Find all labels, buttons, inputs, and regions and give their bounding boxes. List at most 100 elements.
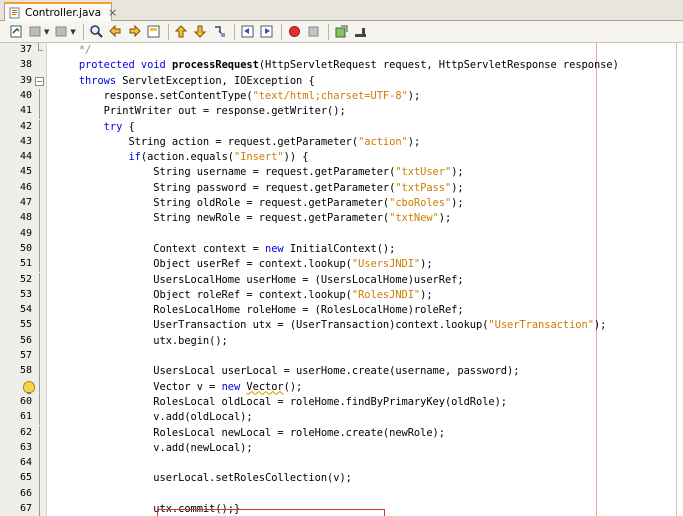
fold-guide: [39, 180, 40, 196]
code-line[interactable]: 51 Object userRef = context.lookup("User…: [0, 257, 683, 273]
chevron-down-icon[interactable]: ▼: [44, 28, 49, 36]
line-number: 56: [19, 334, 32, 346]
code-text: v.add(newLocal);: [54, 441, 253, 454]
line-number: 61: [19, 411, 32, 423]
code-line[interactable]: 40 response.setContentType("text/html;ch…: [0, 88, 683, 105]
line-number: 44: [19, 151, 32, 163]
forward-icon[interactable]: [53, 24, 69, 40]
code-line[interactable]: 61 v.add(oldLocal);: [0, 410, 683, 426]
code-text: Context context = new InitialContext();: [54, 242, 396, 255]
comment-icon[interactable]: [334, 24, 350, 40]
code-line[interactable]: 66: [0, 486, 683, 502]
line-number: 64: [19, 457, 32, 469]
fold-guide: [39, 456, 40, 472]
code-text: UserTransaction utx = (UserTransaction)c…: [54, 319, 607, 332]
fold-guide: [39, 257, 40, 273]
line-number: 49: [19, 227, 32, 239]
code-editor[interactable]: 37 */38 protected void processRequest(Ht…: [0, 43, 683, 516]
code-line[interactable]: 41 PrintWriter out = response.getWriter(…: [0, 104, 683, 120]
find-icon[interactable]: [89, 24, 105, 40]
fold-guide: [39, 425, 40, 441]
code-line[interactable]: 44 if(action.equals("Insert")) {: [0, 150, 683, 166]
line-number: 52: [19, 273, 32, 285]
lightbulb-hint-icon[interactable]: [23, 380, 35, 394]
toggle-highlight-icon[interactable]: [146, 24, 162, 40]
find-next-icon[interactable]: [127, 24, 143, 40]
line-number: 67: [19, 503, 32, 514]
back-icon[interactable]: [27, 24, 43, 40]
find-previous-icon[interactable]: [108, 24, 124, 40]
code-line[interactable]: 57: [0, 349, 683, 365]
code-line[interactable]: 37 */: [0, 43, 683, 58]
code-text: RolesLocal newLocal = roleHome.create(ne…: [54, 426, 445, 439]
fold-guide: [39, 486, 40, 502]
code-line[interactable]: 62 RolesLocal newLocal = roleHome.create…: [0, 425, 683, 441]
code-line[interactable]: 63 v.add(newLocal);: [0, 440, 683, 457]
line-number: 43: [19, 135, 32, 147]
code-text: PrintWriter out = response.getWriter();: [54, 105, 346, 118]
line-number: 54: [19, 304, 32, 316]
code-line[interactable]: 48 String newRole = request.getParameter…: [0, 211, 683, 227]
code-line[interactable]: 64: [0, 456, 683, 472]
fold-guide: [39, 88, 40, 105]
code-line[interactable]: 56 utx.begin();: [0, 333, 683, 349]
code-line[interactable]: 47 String oldRole = request.getParameter…: [0, 196, 683, 212]
fold-guide: [39, 226, 40, 242]
line-number: 57: [19, 350, 32, 361]
code-line[interactable]: 59 Vector v = new Vector();: [0, 379, 683, 395]
fold-guide: [39, 272, 40, 288]
last-edit-icon[interactable]: [8, 24, 24, 40]
close-icon[interactable]: ×: [108, 7, 117, 18]
stop-macro-icon[interactable]: [306, 24, 322, 40]
line-number: 47: [19, 197, 32, 208]
code-line[interactable]: 42 try {: [0, 119, 683, 135]
shift-left-icon[interactable]: [240, 24, 256, 40]
code-line[interactable]: 55 UserTransaction utx = (UserTransactio…: [0, 318, 683, 334]
line-number: 39: [19, 74, 32, 86]
fold-end-marker: [38, 43, 43, 51]
fold-collapse-icon[interactable]: −: [35, 76, 44, 86]
uncomment-icon[interactable]: [353, 24, 369, 40]
code-line[interactable]: 49: [0, 226, 683, 242]
line-number: 41: [19, 105, 32, 117]
code-text: response.setContentType("text/html;chars…: [54, 89, 421, 102]
line-number: 53: [19, 288, 32, 300]
code-text: throws ServletException, IOException {: [78, 74, 315, 87]
line-number: 37: [19, 44, 32, 55]
next-bookmark-icon[interactable]: [193, 24, 209, 40]
fold-guide: [39, 196, 40, 212]
code-line[interactable]: 45 String username = request.getParamete…: [0, 165, 683, 181]
fold-guide: [39, 134, 40, 151]
code-text: String password = request.getParameter("…: [54, 181, 464, 194]
line-number: 55: [19, 319, 32, 331]
tab-controller-java[interactable]: Controller.java ×: [4, 2, 117, 21]
tab-label: Controller.java: [25, 6, 102, 19]
code-line[interactable]: 46 String password = request.getParamete…: [0, 180, 683, 196]
code-text: String action = request.getParameter("ac…: [54, 135, 421, 148]
shift-right-icon[interactable]: [259, 24, 275, 40]
previous-bookmark-icon[interactable]: [174, 24, 190, 40]
line-number: 50: [19, 242, 32, 254]
code-line[interactable]: 43 String action = request.getParameter(…: [0, 134, 683, 151]
line-number: 62: [19, 426, 32, 438]
fold-guide: [39, 440, 40, 457]
chevron-down-icon[interactable]: ▼: [70, 28, 75, 36]
code-line[interactable]: 52 UsersLocalHome userHome = (UsersLocal…: [0, 272, 683, 288]
editor-tab-bar: Controller.java ×: [0, 0, 683, 21]
code-line[interactable]: 65 userLocal.setRolesCollection(v);: [0, 471, 683, 487]
code-line[interactable]: 38 protected void processRequest(HttpSer…: [0, 58, 683, 73]
code-line[interactable]: 60 RolesLocal oldLocal = roleHome.findBy…: [0, 394, 683, 411]
code-line[interactable]: 58 UsersLocal userLocal = userHome.creat…: [0, 364, 683, 380]
code-line[interactable]: 50 Context context = new InitialContext(…: [0, 241, 683, 258]
code-line[interactable]: 39− throws ServletException, IOException…: [0, 74, 683, 89]
code-line[interactable]: 54 RolesLocalHome roleHome = (RolesLocal…: [0, 303, 683, 319]
line-number: 45: [19, 166, 32, 178]
line-number: 42: [19, 120, 32, 132]
fold-guide: [39, 502, 40, 516]
line-number: 51: [19, 258, 32, 270]
fold-guide: [39, 287, 40, 304]
fold-guide: [39, 104, 40, 120]
code-line[interactable]: 53 Object roleRef = context.lookup("Role…: [0, 287, 683, 304]
start-macro-icon[interactable]: [287, 24, 303, 40]
toggle-bookmark-icon[interactable]: [212, 24, 228, 40]
